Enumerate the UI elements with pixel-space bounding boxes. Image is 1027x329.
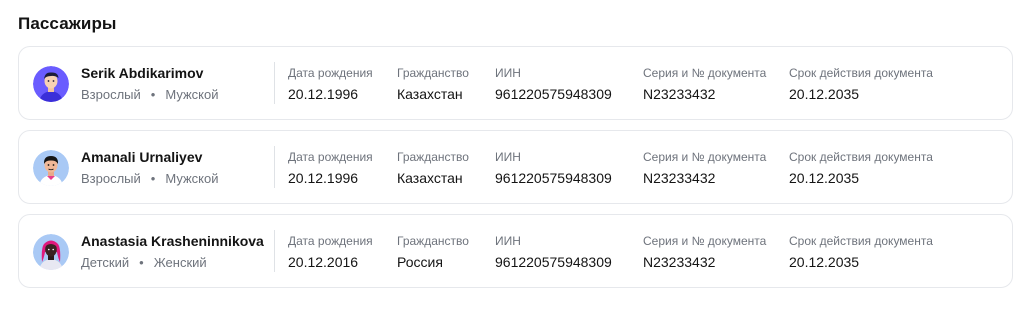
passenger-gender: Мужской — [165, 171, 219, 186]
field-iin: ИИН 961220575948309 — [495, 234, 612, 270]
passenger-category: Взрослый — [81, 171, 141, 186]
field-doc-expiry: Срок действия документа 20.12.2035 — [789, 66, 933, 102]
field-value: Казахстан — [397, 86, 463, 102]
field-doc-series: Серия и № документа N23233432 — [643, 150, 766, 186]
field-label: ИИН — [495, 234, 521, 248]
field-value: N23233432 — [643, 254, 716, 270]
field-label: Дата рождения — [288, 66, 373, 80]
field-value: 961220575948309 — [495, 254, 612, 270]
field-label: Дата рождения — [288, 234, 373, 248]
passenger-gender: Мужской — [165, 87, 219, 102]
field-label: Срок действия документа — [789, 150, 933, 164]
field-value: 20.12.1996 — [288, 86, 359, 102]
field-doc-series: Серия и № документа N23233432 — [643, 66, 766, 102]
person-avatar-icon — [33, 150, 69, 186]
avatar — [33, 150, 69, 186]
person-avatar-icon — [33, 66, 69, 102]
passenger-list: Serik Abdikarimov Взрослый • Мужской Дата … — [18, 46, 1013, 298]
field-birth-date: Дата рождения 20.12.1996 — [288, 66, 373, 102]
passenger-name: Anastasia Krasheninnikova — [81, 233, 264, 249]
field-value: 961220575948309 — [495, 170, 612, 186]
field-label: Срок действия документа — [789, 234, 933, 248]
person-avatar-icon — [33, 234, 69, 270]
separator-dot: • — [150, 87, 156, 102]
section-title: Пассажиры — [18, 14, 117, 33]
passenger-gender: Женский — [153, 255, 207, 270]
separator-dot: • — [139, 255, 144, 270]
field-doc-expiry: Срок действия документа 20.12.2035 — [789, 234, 933, 270]
field-iin: ИИН 961220575948309 — [495, 150, 612, 186]
field-label: Серия и № документа — [643, 234, 767, 248]
field-value: 20.12.1996 — [288, 170, 359, 186]
field-label: Срок действия документа — [789, 66, 933, 80]
field-label: Гражданство — [397, 150, 469, 164]
field-value: Казахстан — [397, 170, 463, 186]
field-citizenship: Гражданство Россия — [397, 234, 469, 270]
field-value: Россия — [397, 254, 443, 270]
passenger-name: Amanali Urnaliyev — [81, 149, 203, 165]
field-citizenship: Гражданство Казахстан — [397, 150, 469, 186]
passenger-card[interactable]: Serik Abdikarimov Взрослый • Мужской Дата … — [18, 46, 1013, 120]
field-value: 20.12.2035 — [789, 254, 860, 270]
field-label: Гражданство — [397, 234, 469, 248]
passenger-category: Детский — [81, 255, 130, 270]
field-label: Гражданство — [397, 66, 469, 80]
passenger-name: Serik Abdikarimov — [81, 65, 204, 81]
passenger-card[interactable]: Anastasia Krasheninnikova Детский • Женски… — [18, 214, 1013, 288]
separator-dot: • — [150, 171, 156, 186]
divider — [274, 62, 275, 104]
field-label: Серия и № документа — [643, 150, 767, 164]
passenger-meta: Взрослый • Мужской — [81, 87, 219, 102]
field-value: 20.12.2016 — [288, 254, 359, 270]
passenger-category: Взрослый — [81, 87, 141, 102]
field-value: N23233432 — [643, 86, 716, 102]
passenger-meta: Взрослый • Мужской — [81, 171, 219, 186]
avatar — [33, 234, 69, 270]
field-birth-date: Дата рождения 20.12.2016 — [288, 234, 373, 270]
field-value: 20.12.2035 — [789, 170, 860, 186]
field-label: ИИН — [495, 66, 521, 80]
field-birth-date: Дата рождения 20.12.1996 — [288, 150, 373, 186]
field-label: Серия и № документа — [643, 66, 767, 80]
field-label: ИИН — [495, 150, 521, 164]
field-label: Дата рождения — [288, 150, 373, 164]
field-value: 961220575948309 — [495, 86, 612, 102]
field-iin: ИИН 961220575948309 — [495, 66, 612, 102]
field-doc-expiry: Срок действия документа 20.12.2035 — [789, 150, 933, 186]
passenger-card[interactable]: Amanali Urnaliyev Взрослый • Мужской Дата … — [18, 130, 1013, 204]
passenger-meta: Детский • Женский — [81, 255, 207, 270]
field-doc-series: Серия и № документа N23233432 — [643, 234, 766, 270]
avatar — [33, 66, 69, 102]
field-citizenship: Гражданство Казахстан — [397, 66, 469, 102]
field-value: N23233432 — [643, 170, 716, 186]
field-value: 20.12.2035 — [789, 86, 860, 102]
divider — [274, 146, 275, 188]
divider — [274, 230, 275, 272]
